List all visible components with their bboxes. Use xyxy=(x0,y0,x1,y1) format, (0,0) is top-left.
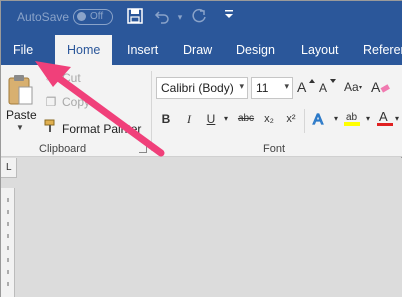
group-divider xyxy=(151,71,152,151)
svg-text:A: A xyxy=(313,111,323,127)
chevron-down-icon: ▾ xyxy=(239,81,244,91)
copy-label: Copy xyxy=(62,95,91,109)
title-bar: AutoSave Off ▾ xyxy=(1,1,402,35)
svg-text:Aa: Aa xyxy=(344,80,359,94)
document-area[interactable]: L xyxy=(1,158,402,297)
clipboard-group-label: Clipboard xyxy=(39,143,87,155)
copy-button[interactable]: ❐ Copy xyxy=(43,95,90,109)
ribbon: Paste ▼ ✂ Cut ❐ Copy Format Painter Clipbo… xyxy=(1,65,402,157)
svg-text:A: A xyxy=(319,81,327,94)
toggle-knob xyxy=(77,12,86,21)
font-size-value: 11 xyxy=(256,81,269,95)
paintbrush-icon xyxy=(43,119,59,136)
tab-references[interactable]: Referen xyxy=(363,43,402,57)
underline-dropdown-icon[interactable]: ▾ xyxy=(217,109,235,129)
font-size-select[interactable]: 11 ▾ xyxy=(251,77,293,99)
svg-text:A: A xyxy=(297,79,307,94)
redo-icon[interactable] xyxy=(190,8,208,26)
font-group-label: Font xyxy=(263,143,286,155)
copy-icon: ❐ xyxy=(45,95,57,109)
customize-qat-icon[interactable] xyxy=(220,8,238,26)
subscript-button[interactable]: x₂ xyxy=(259,109,279,129)
autosave-label: AutoSave xyxy=(17,10,70,24)
autosave-state: Off xyxy=(90,11,104,22)
shrink-font-icon[interactable]: A xyxy=(319,78,337,98)
tab-file[interactable]: File xyxy=(13,43,33,57)
strikethrough-button[interactable]: abc xyxy=(235,109,257,129)
font-family-value: Calibri (Body) xyxy=(161,81,234,95)
undo-icon[interactable] xyxy=(153,8,171,26)
tab-insert[interactable]: Insert xyxy=(127,43,158,57)
format-painter-button[interactable]: Format Painter xyxy=(43,119,141,136)
tab-draw[interactable]: Draw xyxy=(183,43,212,57)
save-icon[interactable] xyxy=(126,8,144,26)
tab-design[interactable]: Design xyxy=(236,43,275,57)
italic-button[interactable]: I xyxy=(180,109,198,129)
cut-label: Cut xyxy=(62,71,81,85)
paste-button[interactable]: Paste xyxy=(6,108,37,122)
scissors-icon: ✂ xyxy=(45,71,57,85)
undo-dropdown-icon[interactable]: ▾ xyxy=(171,8,189,26)
font-color-dropdown-icon[interactable]: ▾ xyxy=(392,109,402,129)
tab-selector-glyph: L xyxy=(6,162,12,173)
ribbon-tabs: File Home Insert Draw Design Layout Refe… xyxy=(1,35,402,65)
tab-selector[interactable]: L xyxy=(1,158,17,178)
paste-dropdown-icon[interactable]: ▼ xyxy=(16,123,24,132)
change-case-icon[interactable]: Aa xyxy=(344,78,362,98)
tab-home[interactable]: Home xyxy=(55,35,113,65)
tab-layout[interactable]: Layout xyxy=(301,43,339,57)
paste-icon[interactable] xyxy=(7,73,33,105)
clear-formatting-icon[interactable]: A xyxy=(371,78,390,98)
svg-text:ab: ab xyxy=(346,112,358,123)
format-painter-label: Format Painter xyxy=(62,122,142,136)
svg-text:A: A xyxy=(379,109,388,124)
bold-button[interactable]: B xyxy=(157,109,175,129)
svg-text:A: A xyxy=(371,79,381,94)
chevron-down-icon: ▾ xyxy=(284,81,289,91)
autosave-toggle[interactable]: Off xyxy=(73,9,113,25)
font-row-divider xyxy=(304,109,305,133)
vertical-ruler[interactable] xyxy=(1,188,15,297)
font-family-select[interactable]: Calibri (Body) ▾ xyxy=(156,77,248,99)
superscript-button[interactable]: x² xyxy=(281,109,301,129)
clipboard-dialog-launcher[interactable] xyxy=(139,145,147,153)
grow-font-icon[interactable]: A xyxy=(297,78,315,98)
cut-button[interactable]: ✂ Cut xyxy=(43,71,81,85)
